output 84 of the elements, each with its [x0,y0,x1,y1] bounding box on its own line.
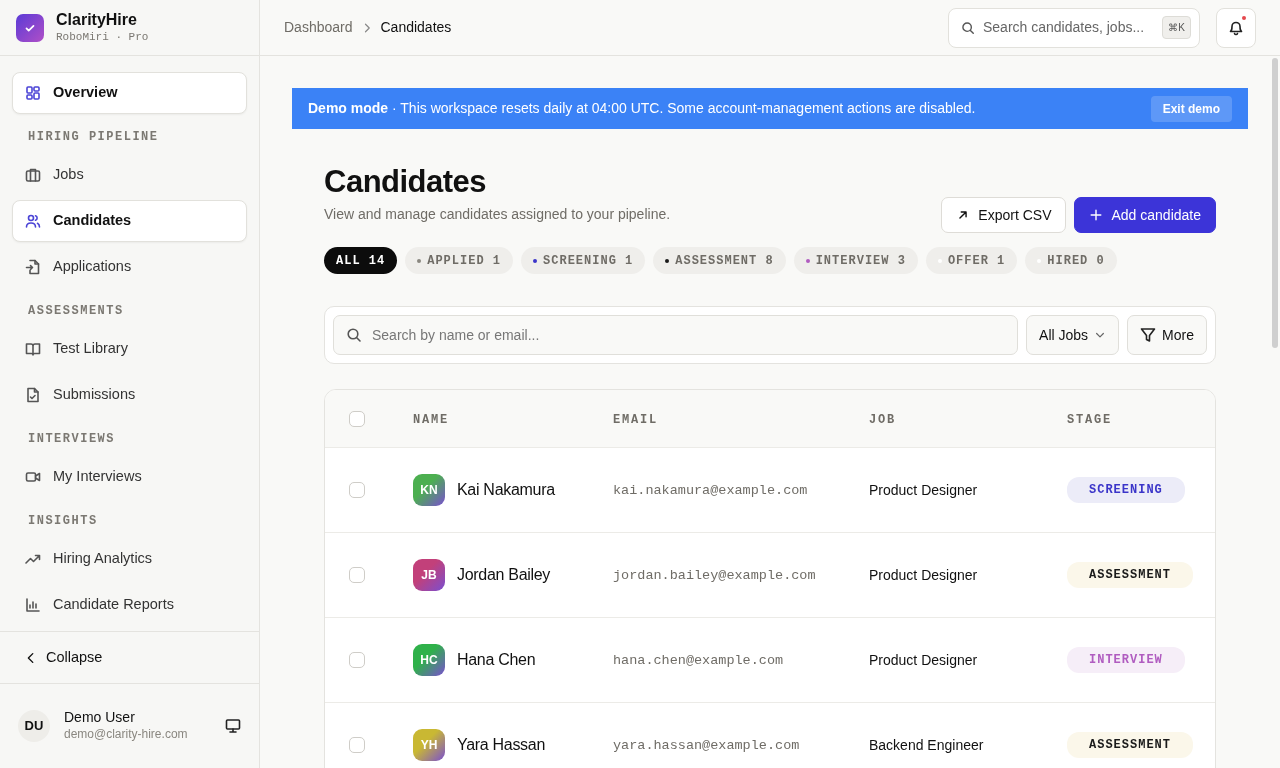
filter-icon [1140,327,1157,344]
banner-text: Demo mode · This workspace resets daily at 04:00 UTC. Some account-management actions are disabled. [308,99,977,118]
column-header: EMAIL [613,413,658,428]
video-icon [25,469,41,485]
table-cell: Product Designer [869,651,978,668]
logo-icon [16,13,44,42]
search-icon [346,327,362,344]
filter-chip[interactable]: APPLIED 1 [405,247,514,275]
candidate-avatar: HC [413,644,445,677]
filter-chip[interactable]: ALL 14 [324,247,398,275]
stage-badge: SCREENING [1067,477,1185,504]
filter-chip[interactable]: HIRED 0 [1025,247,1117,275]
section-heading: HIRING PIPELINE [27,129,160,146]
candidate-name[interactable]: Kai Nakamura [457,478,555,503]
checkbox[interactable] [349,410,365,427]
file-import-icon [25,259,41,275]
user-avatar: DU [18,710,50,742]
filter-chip[interactable]: SCREENING 1 [521,247,646,275]
notifications-button[interactable] [1216,7,1256,48]
user-email: demo@clarity-hire.com [64,726,189,744]
checkbox[interactable] [349,567,365,584]
candidate-avatar: YH [413,729,445,762]
table-cell: Product Designer [869,481,978,498]
checkbox[interactable] [349,652,365,669]
filter-chip[interactable]: OFFER 1 [925,247,1018,275]
file-check-icon [25,387,41,403]
column-header: JOB [869,413,896,428]
stage-badge: ASSESSMENT [1067,562,1193,589]
filter-chip[interactable]: INTERVIEW 3 [793,247,918,275]
brand-name: ClarityHire [56,9,138,29]
plus-icon [1089,208,1104,223]
table-cell: Backend Engineer [869,736,984,753]
section-heading: INTERVIEWS [27,431,116,448]
users-icon [25,213,41,229]
sidebar-item[interactable]: My Interviews [12,456,247,498]
sidebar-item[interactable]: Candidates [12,200,247,242]
collapse-button[interactable]: Collapse [24,646,103,669]
bar-chart-icon [25,597,41,613]
sidebar-item[interactable]: Hiring Analytics [12,538,247,580]
table-cell: jordan.bailey@example.com [613,568,816,584]
stage-badge: INTERVIEW [1067,647,1185,674]
export-button[interactable]: Export CSV [941,197,1067,234]
user-name: Demo User [64,708,136,726]
workspace-plan: RoboMiri · Pro [56,29,149,45]
candidate-name[interactable]: Yara Hassan [457,733,545,758]
sidebar-item[interactable]: Candidate Reports [12,584,247,626]
column-header: STAGE [1067,413,1112,428]
add-candidate-button[interactable]: Add candidate [1074,197,1216,234]
search-icon [961,20,975,35]
more-filters-button[interactable]: More [1127,315,1207,356]
column-header: NAME [413,413,449,428]
candidate-name[interactable]: Jordan Bailey [457,563,551,588]
table-cell: yara.hassan@example.com [613,738,800,754]
sidebar-item[interactable]: Test Library [12,328,247,370]
briefcase-icon [25,167,41,183]
filter-chip[interactable]: ASSESSMENT 8 [653,247,786,275]
stage-badge: ASSESSMENT [1067,732,1193,759]
sidebar-item[interactable]: Jobs [12,154,247,196]
table-cell: Product Designer [869,566,978,583]
table-cell: kai.nakamura@example.com [613,483,808,499]
book-icon [25,341,41,357]
grid-icon [25,85,41,101]
sidebar-item[interactable]: Overview [12,72,247,114]
sidebar-item[interactable]: Submissions [12,374,247,416]
job-dropdown[interactable]: All Jobs [1026,315,1120,356]
section-heading: INSIGHTS [27,513,99,530]
candidate-name[interactable]: Hana Chen [457,648,536,673]
bell-icon [1228,19,1244,36]
table-cell: hana.chen@example.com [613,653,784,669]
breadcrumb-current: Candidates [380,18,452,37]
monitor-icon[interactable] [225,718,241,734]
scrollbar[interactable] [1272,58,1278,348]
page-subtitle: View and manage candidates assigned to your pipeline. [324,205,671,225]
section-heading: ASSESSMENTS [27,303,125,320]
search-field[interactable]: Search candidates, jobs... ⌘K [948,7,1200,48]
breadcrumb-link[interactable]: Dashboard [284,17,353,38]
search-field[interactable]: Search by name or email... [333,315,1019,356]
candidate-avatar: KN [413,474,445,507]
page-title: Candidates [324,163,488,201]
shortcut-key: ⌘K [1162,16,1191,39]
candidate-avatar: JB [413,559,445,592]
sidebar-item[interactable]: Applications [12,246,247,288]
checkbox[interactable] [349,482,365,499]
checkbox[interactable] [349,737,365,754]
